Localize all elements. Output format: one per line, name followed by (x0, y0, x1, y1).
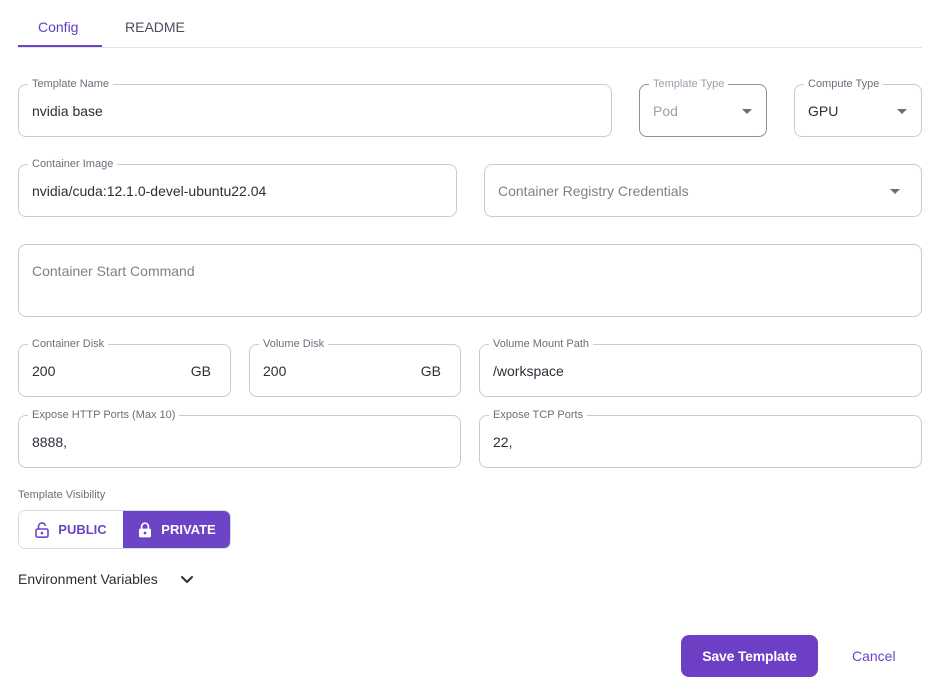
registry-credentials-select[interactable]: Container Registry Credentials (484, 164, 922, 217)
template-visibility-label: Template Visibility (18, 489, 106, 501)
container-disk-field[interactable]: Container Disk 200 GB (18, 337, 231, 397)
visibility-private-option[interactable]: PRIVATE (123, 511, 230, 548)
container-disk-value: 200 (32, 362, 56, 379)
volume-mount-path-value: /workspace (493, 362, 564, 379)
tcp-ports-field[interactable]: Expose TCP Ports 22, (479, 408, 922, 468)
tcp-ports-label: Expose TCP Ports (489, 408, 588, 422)
tab-readme[interactable]: README (125, 19, 185, 35)
registry-credentials-placeholder: Container Registry Credentials (498, 182, 689, 199)
container-image-field[interactable]: Container Image nvidia/cuda:12.1.0-devel… (18, 157, 457, 217)
chevron-down-icon (180, 571, 194, 587)
lock-open-icon (35, 521, 50, 538)
environment-variables-toggle[interactable]: Environment Variables (18, 571, 194, 587)
visibility-public-label: PUBLIC (58, 522, 107, 537)
http-ports-field[interactable]: Expose HTTP Ports (Max 10) 8888, (18, 408, 461, 468)
template-type-select[interactable]: Template Type Pod (639, 77, 767, 137)
http-ports-label: Expose HTTP Ports (Max 10) (28, 408, 180, 422)
start-command-placeholder: Container Start Command (32, 263, 195, 279)
container-image-label: Container Image (28, 157, 118, 171)
template-name-field[interactable]: Template Name nvidia base (18, 77, 612, 137)
caret-down-icon (742, 108, 752, 114)
volume-disk-value: 200 (263, 362, 287, 379)
environment-variables-label: Environment Variables (18, 571, 158, 587)
volume-disk-field[interactable]: Volume Disk 200 GB (249, 337, 461, 397)
container-image-value: nvidia/cuda:12.1.0-devel-ubuntu22.04 (32, 182, 267, 199)
container-disk-unit: GB (190, 362, 211, 379)
volume-disk-label: Volume Disk (259, 337, 329, 351)
template-name-label: Template Name (28, 77, 114, 91)
http-ports-value: 8888, (32, 433, 68, 450)
start-command-textarea[interactable]: Container Start Command (18, 244, 922, 317)
template-name-value: nvidia base (32, 102, 103, 119)
caret-down-icon (897, 108, 907, 114)
cancel-button[interactable]: Cancel (852, 648, 896, 664)
visibility-private-label: PRIVATE (161, 522, 216, 537)
visibility-public-option[interactable]: PUBLIC (19, 511, 123, 548)
save-template-button[interactable]: Save Template (681, 635, 818, 677)
volume-mount-path-field[interactable]: Volume Mount Path /workspace (479, 337, 922, 397)
template-type-value: Pod (653, 102, 678, 119)
tcp-ports-value: 22, (493, 433, 513, 450)
lock-icon (138, 521, 152, 538)
volume-disk-unit: GB (420, 362, 441, 379)
container-disk-label: Container Disk (28, 337, 109, 351)
caret-down-icon (890, 188, 900, 194)
compute-type-select[interactable]: Compute Type GPU (794, 77, 922, 137)
active-tab-indicator (18, 45, 102, 47)
volume-mount-path-label: Volume Mount Path (489, 337, 594, 351)
visibility-toggle: PUBLIC PRIVATE (18, 510, 231, 549)
compute-type-value: GPU (808, 102, 839, 119)
tab-bar: Config README (18, 0, 922, 48)
template-type-label: Template Type (649, 77, 729, 91)
compute-type-label: Compute Type (804, 77, 884, 91)
tab-config[interactable]: Config (38, 19, 78, 35)
